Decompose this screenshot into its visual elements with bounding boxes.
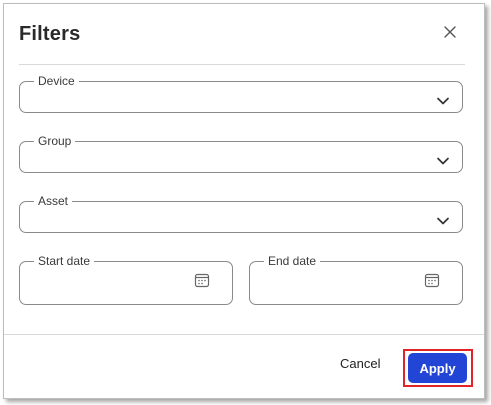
close-icon[interactable] [441,23,459,41]
end-date-field[interactable]: End date [249,253,463,305]
chevron-down-icon [436,93,450,105]
device-label: Device [34,73,79,89]
start-date-label: Start date [34,253,95,269]
footer-divider [4,334,484,335]
asset-label: Asset [34,193,73,209]
asset-select[interactable]: Asset [19,193,463,233]
group-select[interactable]: Group [19,133,463,173]
cancel-button[interactable]: Cancel [340,356,380,371]
start-date-field[interactable]: Start date [19,253,233,305]
device-select[interactable]: Device [19,73,463,113]
chevron-down-icon [436,153,450,165]
apply-button[interactable]: Apply [408,353,467,383]
header-divider [19,64,465,65]
calendar-icon[interactable] [194,272,210,288]
calendar-icon[interactable] [424,272,440,288]
chevron-down-icon [436,213,450,225]
filters-dialog: Filters Device Group Asset Start date En… [3,3,485,399]
end-date-label: End date [264,253,321,269]
group-label: Group [34,133,76,149]
dialog-title: Filters [19,23,81,45]
